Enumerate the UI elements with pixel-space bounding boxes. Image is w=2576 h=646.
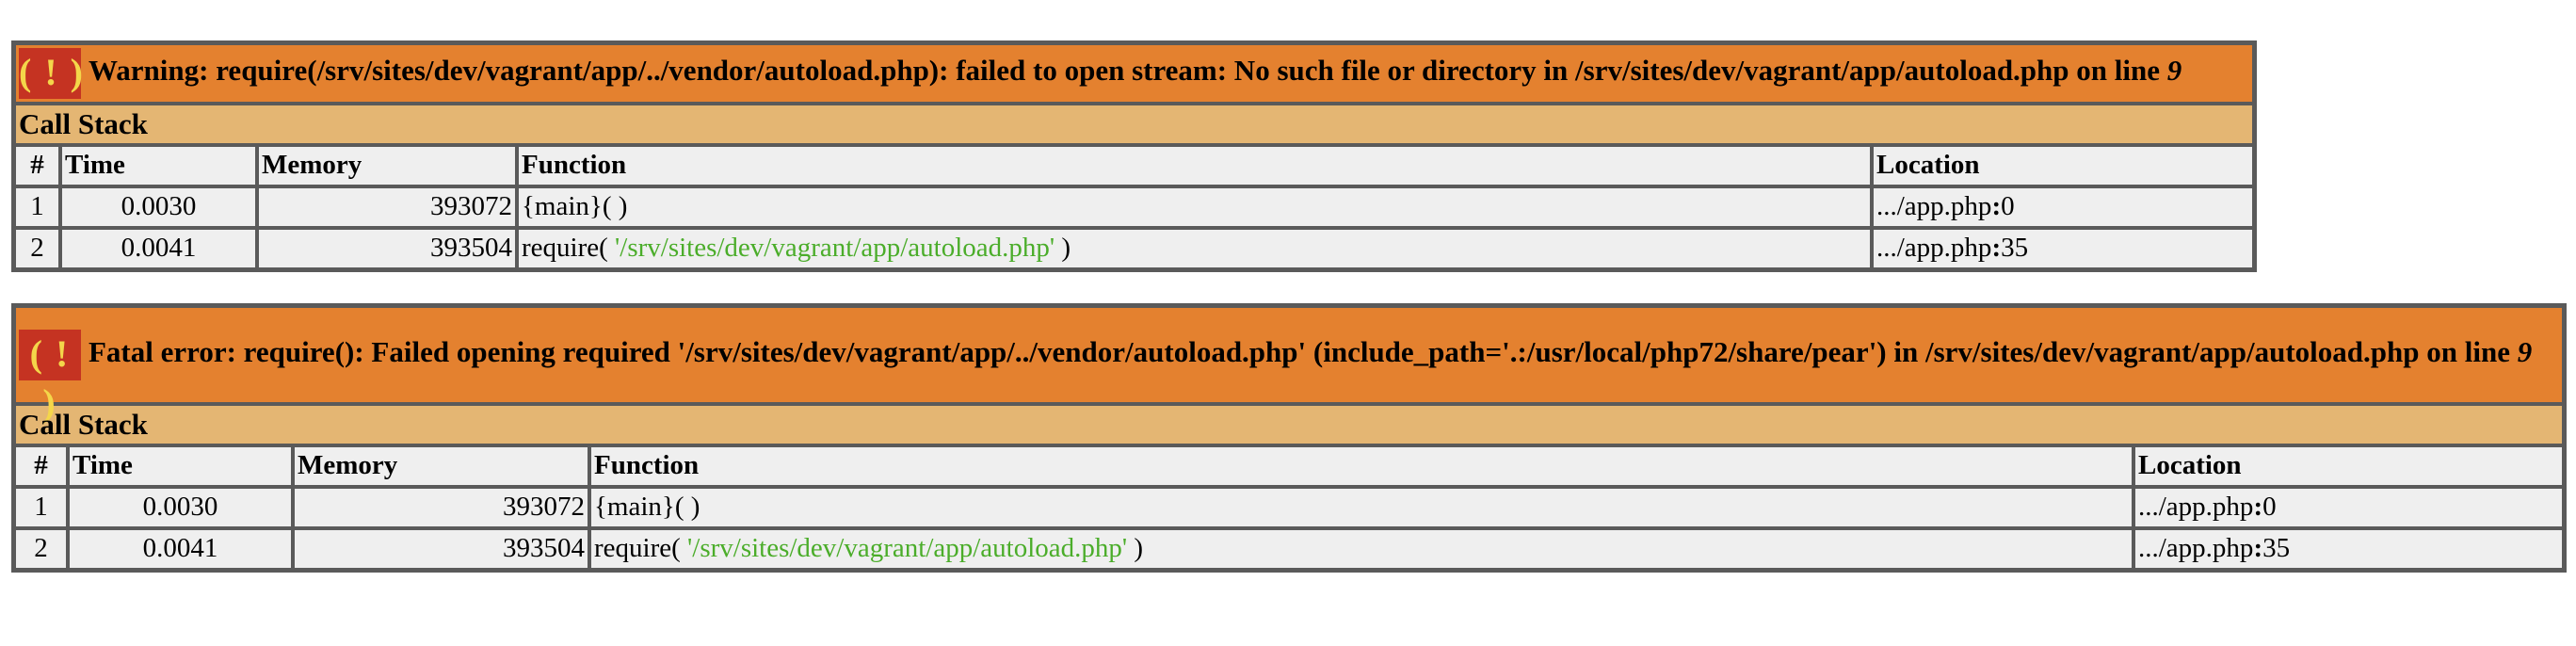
table-row: 2 0.0041 393504 require( '/srv/sites/dev… xyxy=(14,227,2254,269)
call-stack-title: Call Stack xyxy=(14,104,2254,145)
call-stack-title: Call Stack xyxy=(14,404,2564,445)
location-separator: : xyxy=(1991,190,2002,221)
error-level: Warning xyxy=(89,54,200,88)
column-header-memory: Memory xyxy=(257,144,517,186)
error-message-header: ( ! )Fatal error: require(): Failed open… xyxy=(14,306,2564,424)
location-separator: : xyxy=(2253,532,2263,563)
stack-frame-location: .../app.php:35 xyxy=(1872,227,2254,269)
column-header-number: # xyxy=(14,144,60,186)
table-row: 1 0.0030 393072 {main}( ) .../app.php:0 xyxy=(14,186,2254,228)
alert-icon: ( ! ) xyxy=(19,48,83,99)
stack-frame-time: 0.0030 xyxy=(60,186,257,228)
location-file: .../app.php xyxy=(1876,232,1992,263)
function-string-argument: '/srv/sites/dev/vagrant/app/autoload.php… xyxy=(687,532,1128,563)
stack-frame-location: .../app.php:0 xyxy=(1872,186,2254,228)
location-line: 0 xyxy=(2262,491,2277,522)
stack-frame-function: require( '/srv/sites/dev/vagrant/app/aut… xyxy=(517,227,1872,269)
location-file: .../app.php xyxy=(2138,532,2254,563)
error-line: 9 xyxy=(2517,335,2533,369)
stack-frame-number: 2 xyxy=(14,227,60,269)
fatal-error-table: ( ! )Fatal error: require(): Failed open… xyxy=(11,303,2567,573)
error-level: Fatal error xyxy=(89,335,227,369)
error-message: : require(/srv/sites/dev/vagrant/app/../… xyxy=(199,54,2167,88)
warning-error-table: ( ! ) Warning: require(/srv/sites/dev/vag… xyxy=(11,40,2257,272)
error-line: 9 xyxy=(2166,54,2182,88)
stack-frame-number: 2 xyxy=(14,527,68,570)
column-header-function: Function xyxy=(589,444,2133,487)
location-line: 35 xyxy=(2262,532,2291,563)
stack-frame-location: .../app.php:0 xyxy=(2133,486,2564,528)
stack-frame-memory: 393504 xyxy=(257,227,517,269)
error-message: : require(): Failed opening required '/s… xyxy=(226,335,2518,369)
table-row: 2 0.0041 393504 require( '/srv/sites/dev… xyxy=(14,527,2564,570)
column-header-location: Location xyxy=(2133,444,2564,487)
error-message-header: ( ! ) Warning: require(/srv/sites/dev/vag… xyxy=(14,43,2254,104)
stack-frame-time: 0.0030 xyxy=(68,486,293,528)
function-prefix: require( xyxy=(594,532,688,563)
stack-frame-time: 0.0041 xyxy=(68,527,293,570)
column-header-time: Time xyxy=(60,144,257,186)
location-file: .../app.php xyxy=(1876,190,1992,221)
stack-frame-memory: 393504 xyxy=(293,527,589,570)
stack-frame-function: {main}( ) xyxy=(589,486,2133,528)
stack-frame-function: require( '/srv/sites/dev/vagrant/app/aut… xyxy=(589,527,2133,570)
location-separator: : xyxy=(2253,491,2263,522)
stack-frame-memory: 393072 xyxy=(257,186,517,228)
function-string-argument: '/srv/sites/dev/vagrant/app/autoload.php… xyxy=(615,232,1055,263)
table-row: 1 0.0030 393072 {main}( ) .../app.php:0 xyxy=(14,486,2564,528)
function-prefix: require( xyxy=(522,232,616,263)
column-header-number: # xyxy=(14,444,68,487)
column-header-time: Time xyxy=(68,444,293,487)
stack-frame-time: 0.0041 xyxy=(60,227,257,269)
location-line: 0 xyxy=(2001,190,2015,221)
function-suffix: ) xyxy=(1127,532,1144,563)
location-file: .../app.php xyxy=(2138,491,2254,522)
stack-frame-function: {main}( ) xyxy=(517,186,1872,228)
column-header-location: Location xyxy=(1872,144,2254,186)
stack-frame-memory: 393072 xyxy=(293,486,589,528)
stack-frame-number: 1 xyxy=(14,186,60,228)
location-line: 35 xyxy=(2001,232,2029,263)
stack-frame-location: .../app.php:35 xyxy=(2133,527,2564,570)
stack-frame-number: 1 xyxy=(14,486,68,528)
function-suffix: ) xyxy=(1055,232,1071,263)
column-header-memory: Memory xyxy=(293,444,589,487)
location-separator: : xyxy=(1991,232,2002,263)
column-header-function: Function xyxy=(517,144,1872,186)
alert-icon: ( ! ) xyxy=(19,330,81,424)
